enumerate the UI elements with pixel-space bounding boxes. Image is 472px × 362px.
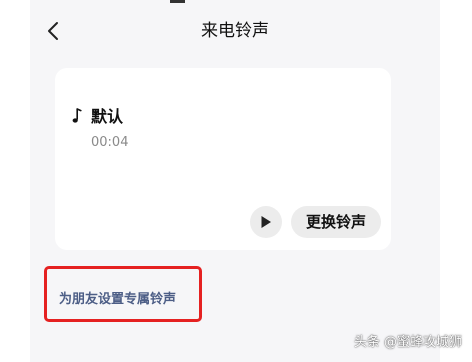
play-icon [261,216,271,228]
watermark: 头条 @蜜蜂攻城狮 [353,335,462,350]
status-bar-fragment [170,0,185,3]
play-button[interactable] [250,206,282,238]
music-note-icon [72,108,82,123]
set-friend-ringtone-link[interactable]: 为朋友设置专属铃声 [59,290,176,310]
ringtone-card: 默认 00:04 更换铃声 [55,68,391,250]
ringtone-duration: 00:04 [91,135,129,150]
ringtone-name: 默认 [91,107,124,126]
page-title: 来电铃声 [201,21,269,41]
change-ringtone-button[interactable]: 更换铃声 [291,206,381,238]
